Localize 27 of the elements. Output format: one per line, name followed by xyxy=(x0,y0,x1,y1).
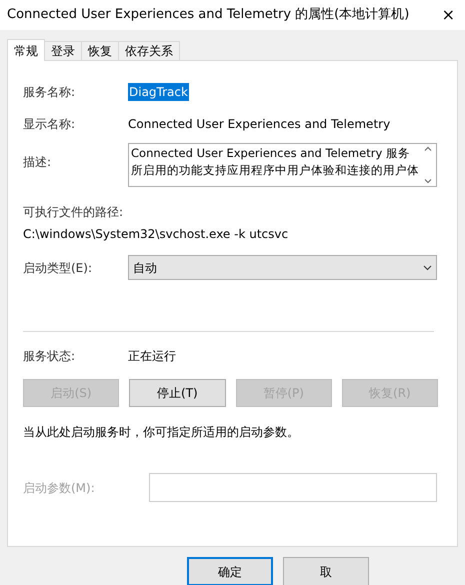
field-label: 描述: xyxy=(23,154,52,171)
scroll-down-icon[interactable] xyxy=(424,179,432,184)
tab[interactable]: 依存关系 xyxy=(118,41,180,60)
close-button[interactable]: × xyxy=(438,7,459,23)
hint-text: 当从此处启动服务时，你可指定所适用的启动参数。 xyxy=(23,424,300,441)
startup-type-dropdown[interactable]: 自动 xyxy=(128,255,437,280)
field-label: 启动类型(E): xyxy=(23,260,93,276)
dialog-button[interactable]: 取 xyxy=(283,557,369,585)
dialog-button[interactable]: 确定 xyxy=(187,557,273,585)
field-label: 服务名称: xyxy=(23,84,76,101)
description-box[interactable]: Connected User Experiences and Telemetry 服务 所启用的功能支持应用程序中用户体验和连接的用户体 xyxy=(128,143,437,187)
service-button[interactable]: 停止(T) xyxy=(129,379,226,407)
service-name-value: DiagTrack xyxy=(128,83,189,101)
field-label: 启动参数(M): xyxy=(23,480,96,496)
tab[interactable]: 恢复 xyxy=(81,41,119,60)
status-value: 正在运行 xyxy=(128,348,176,365)
field-label: 服务状态: xyxy=(23,348,76,365)
description-line: 所启用的功能支持应用程序中用户体验和连接的用户体 xyxy=(131,162,420,179)
display-name-value: Connected User Experiences and Telemetry xyxy=(128,116,390,133)
description-line: Connected User Experiences and Telemetry 服务 xyxy=(131,145,411,162)
field-label: 显示名称: xyxy=(23,116,76,133)
tab[interactable]: 常规 xyxy=(7,39,45,61)
scroll-up-icon[interactable] xyxy=(424,146,432,151)
path-value: C:\windows\System32\svchost.exe -k utcsvc xyxy=(23,226,290,243)
caret-icon xyxy=(423,264,432,270)
field-label: 可执行文件的路径: xyxy=(23,204,124,221)
window-title: Connected User Experiences and Telemetry 的属性(本地计算机) xyxy=(7,6,410,24)
